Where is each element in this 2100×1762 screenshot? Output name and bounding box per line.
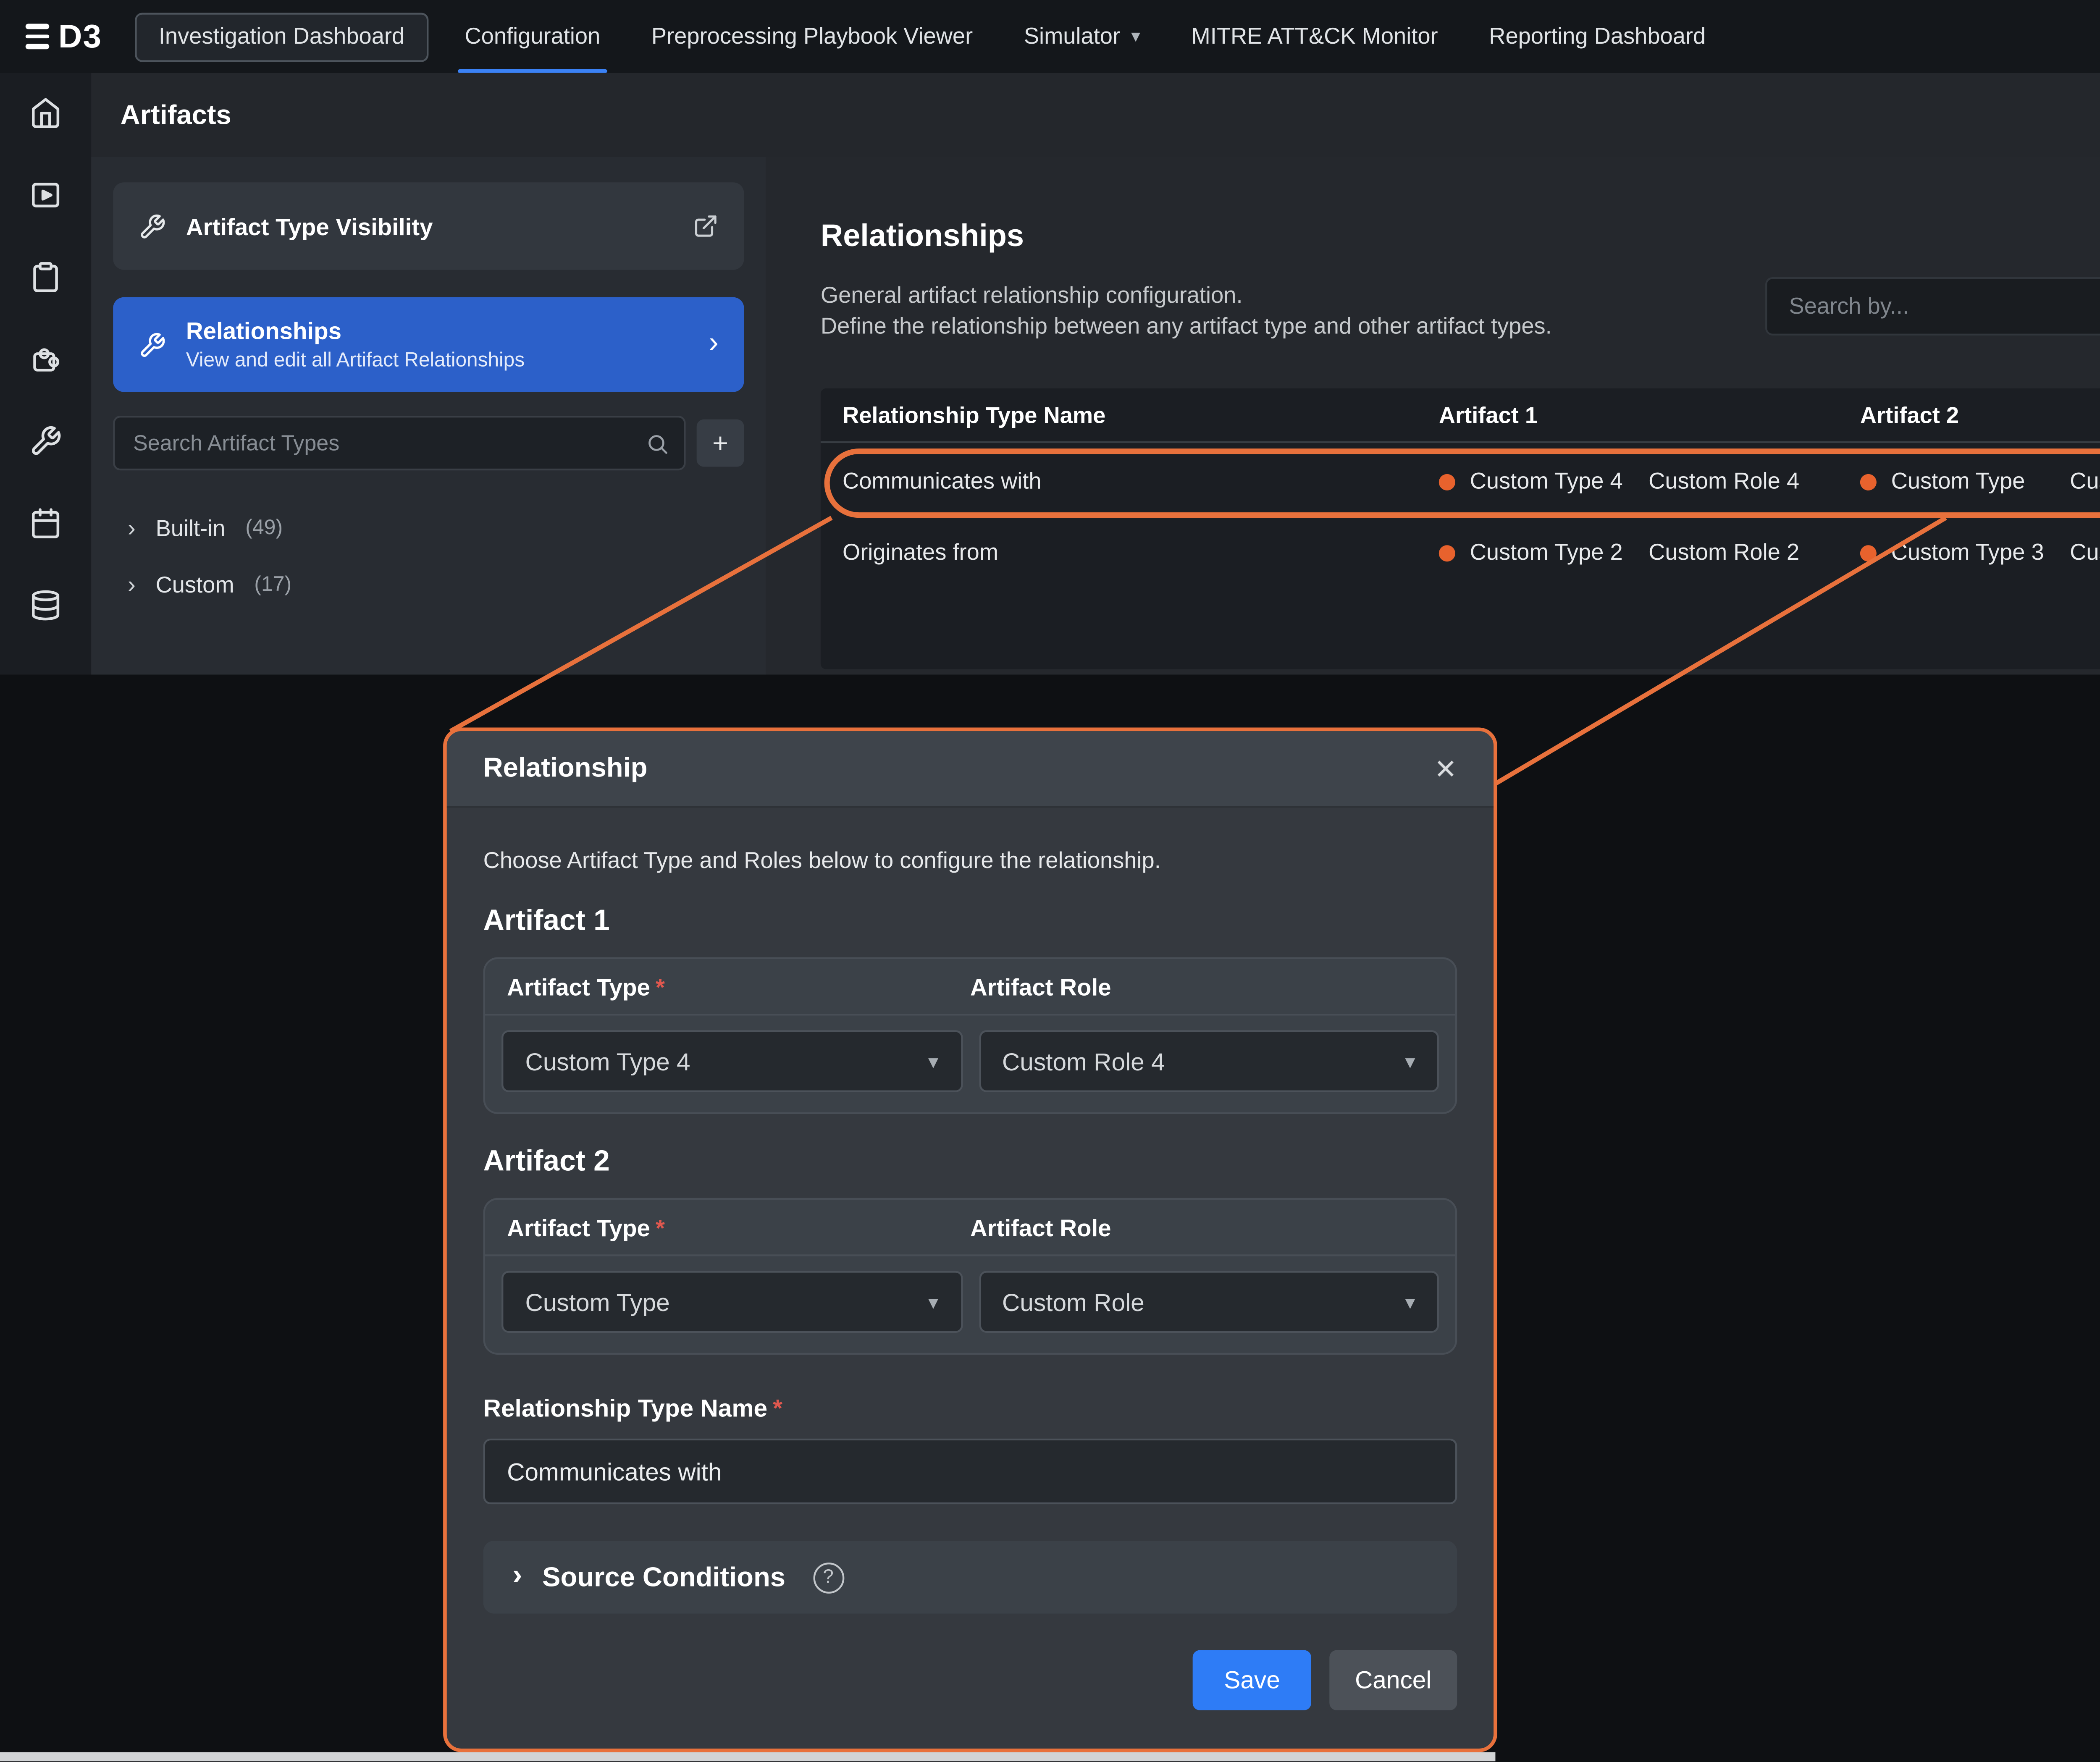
tab-simulator[interactable]: Simulator▾ <box>1002 0 1162 73</box>
required-marker: * <box>656 1214 665 1242</box>
d3-logo-text: D3 <box>58 17 102 55</box>
artifact-type-search-input[interactable] <box>115 430 684 456</box>
d3-logo-icon <box>26 24 49 49</box>
artifact-role-label: Artifact Role <box>970 1214 1433 1242</box>
artifact-type-label: Artifact Type* <box>507 974 970 1001</box>
artifact-type-tree: › Built-in (49) › Custom (17) <box>113 500 744 613</box>
plus-icon: + <box>712 427 728 459</box>
artifact2-role-dropdown[interactable]: Custom Role ▾ <box>978 1271 1438 1333</box>
modal-body: Choose Artifact Type and Roles below to … <box>447 808 1494 1614</box>
chevron-right-icon: › <box>128 514 136 541</box>
add-artifact-type-button[interactable]: + <box>697 420 744 467</box>
help-icon[interactable]: ? <box>813 1562 844 1593</box>
column-header: Artifact 2 <box>1860 402 2100 427</box>
search-icon <box>646 431 669 455</box>
table-row[interactable]: Communicates with Custom Type 4 Custom R… <box>821 443 2100 519</box>
external-link-icon <box>693 213 719 239</box>
modal-title: Relationship <box>483 753 648 784</box>
data-icon[interactable] <box>29 589 62 621</box>
relationship-modal: Relationship ✕ Choose Artifact Type and … <box>443 727 1497 1752</box>
artifact-type-dot <box>1439 473 1455 490</box>
relationship-type-name-label: Relationship Type Name* <box>483 1395 1457 1422</box>
artifact1-heading: Artifact 1 <box>483 906 1457 939</box>
tab-mitre-attck-monitor[interactable]: MITRE ATT&CK Monitor <box>1169 0 1460 73</box>
wrench-icon <box>139 212 166 240</box>
artifact2-cell: Custom Type 3 Custom Role 3 <box>1860 540 2100 565</box>
artifact1-panel: Artifact Type* Artifact Role Custom Type… <box>483 957 1457 1114</box>
column-header: Relationship Type Name <box>843 402 1439 427</box>
artifact1-type-dropdown[interactable]: Custom Type 4 ▾ <box>501 1030 962 1092</box>
chevron-down-icon: ▾ <box>1405 1049 1415 1073</box>
playbooks-icon[interactable] <box>29 261 62 294</box>
nav-tabs: Investigation Dashboard Configuration Pr… <box>135 0 1727 73</box>
save-button[interactable]: Save <box>1193 1650 1311 1710</box>
table-row[interactable]: Originates from Custom Type 2 Custom Rol… <box>821 519 2100 585</box>
cancel-button[interactable]: Cancel <box>1329 1650 1457 1710</box>
chevron-down-icon: ▾ <box>1131 26 1140 47</box>
page-title: Artifacts <box>121 100 231 131</box>
section-description: General artifact relationship configurat… <box>821 281 1552 343</box>
relationships-panel: Relationships General artifact relations… <box>766 157 2100 674</box>
top-navigation: D3 Investigation Dashboard Configuration… <box>0 0 2100 73</box>
artifact2-type-dropdown[interactable]: Custom Type ▾ <box>501 1271 962 1333</box>
chevron-down-icon: ▾ <box>1405 1290 1415 1314</box>
source-conditions-expander[interactable]: › Source Conditions ? <box>483 1541 1457 1614</box>
section-title: Relationships <box>821 219 1024 255</box>
artifact-type-dot <box>1439 544 1455 561</box>
chevron-right-icon: › <box>512 1561 522 1594</box>
artifact-type-label: Artifact Type* <box>507 1214 970 1242</box>
screen: D3 Investigation Dashboard Configuration… <box>0 0 2100 1761</box>
tree-group-custom[interactable]: › Custom (17) <box>113 556 744 613</box>
d3-logo[interactable]: D3 <box>0 17 135 55</box>
table-header-row: Relationship Type Name Artifact 1 Artifa… <box>821 388 2100 443</box>
page-header: Artifacts <box>91 73 2100 157</box>
schedule-icon[interactable] <box>29 507 62 540</box>
artifact2-cell: Custom Type Custom Role <box>1860 469 2100 494</box>
relationship-name: Communicates with <box>843 469 1439 494</box>
chevron-down-icon: ▾ <box>928 1049 938 1073</box>
icon-rail <box>0 73 91 675</box>
tab-preprocessing-playbook-viewer[interactable]: Preprocessing Playbook Viewer <box>630 0 995 73</box>
artifact-type-search <box>113 416 685 470</box>
sidebar-item-relationships[interactable]: Relationships View and edit all Artifact… <box>113 297 744 392</box>
required-marker: * <box>773 1395 782 1422</box>
tree-group-built-in[interactable]: › Built-in (49) <box>113 500 744 556</box>
chevron-down-icon: ▾ <box>928 1290 938 1314</box>
relationship-type-name-input[interactable] <box>483 1439 1457 1504</box>
bottom-edge-strip <box>0 1752 1495 1762</box>
utilities-icon[interactable] <box>29 425 62 458</box>
tab-configuration[interactable]: Configuration <box>443 0 622 73</box>
artifacts-sidebar: Artifact Type Visibility Relationships V… <box>91 157 766 674</box>
artifact-type-dot <box>1860 544 1877 561</box>
modal-header: Relationship ✕ <box>447 731 1494 808</box>
relationships-table: Relationship Type Name Artifact 1 Artifa… <box>821 388 2100 669</box>
artifact2-heading: Artifact 2 <box>483 1147 1457 1180</box>
playbook-runs-icon[interactable] <box>29 179 62 212</box>
modal-intro-text: Choose Artifact Type and Roles below to … <box>483 848 1457 873</box>
home-icon[interactable] <box>29 97 62 129</box>
column-header: Artifact 1 <box>1439 402 1860 427</box>
artifact1-cell: Custom Type 4 Custom Role 4 <box>1439 469 1860 494</box>
modal-footer: Save Cancel <box>447 1650 1494 1710</box>
group-count: (49) <box>245 517 283 539</box>
artifact1-role-dropdown[interactable]: Custom Role 4 ▾ <box>978 1030 1438 1092</box>
relationships-search-input[interactable] <box>1767 294 2100 319</box>
relationships-search <box>1765 277 2100 336</box>
close-icon[interactable]: ✕ <box>1434 752 1457 785</box>
chevron-right-icon: › <box>709 328 719 361</box>
tab-investigation-dashboard[interactable]: Investigation Dashboard <box>135 12 428 61</box>
wrench-icon <box>139 331 166 358</box>
artifact-type-dot <box>1860 473 1877 490</box>
chevron-right-icon: › <box>128 571 136 598</box>
artifact1-cell: Custom Type 2 Custom Role 2 <box>1439 540 1860 565</box>
required-marker: * <box>656 974 665 1001</box>
artifact-type-search-row: + <box>113 416 744 470</box>
artifact2-panel: Artifact Type* Artifact Role Custom Type… <box>483 1198 1457 1355</box>
tab-reporting-dashboard[interactable]: Reporting Dashboard <box>1467 0 1727 73</box>
integrations-icon[interactable] <box>29 343 62 375</box>
relationship-name: Originates from <box>843 540 1439 565</box>
artifact-role-label: Artifact Role <box>970 974 1433 1001</box>
sidebar-item-artifact-type-visibility[interactable]: Artifact Type Visibility <box>113 182 744 270</box>
group-count: (17) <box>254 574 291 595</box>
